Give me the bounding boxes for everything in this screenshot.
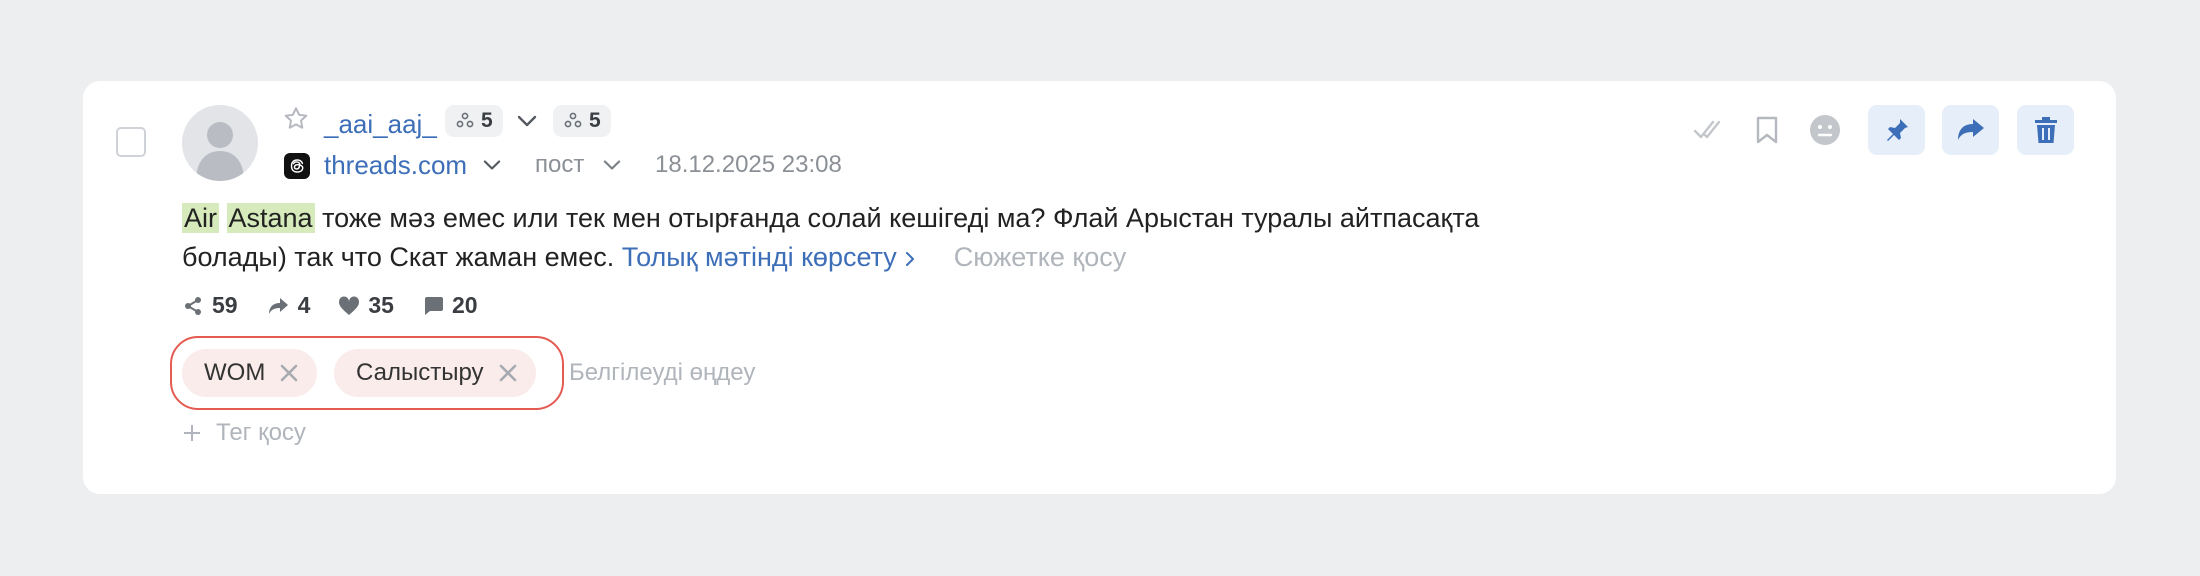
post-type[interactable]: пост (535, 149, 584, 181)
source-link[interactable]: threads.com (324, 149, 467, 181)
plus-icon (184, 425, 200, 441)
threads-logo-icon (284, 153, 310, 179)
sentiment-button[interactable] (1805, 105, 1845, 155)
check-icon (1693, 120, 1721, 139)
forward-icon (268, 297, 288, 314)
tag-chip[interactable]: Салыстыру (334, 349, 536, 397)
trash-icon (2034, 117, 2057, 143)
comments-stat: 20 (422, 292, 478, 319)
chevron-right-icon (906, 252, 915, 266)
reposts-stat: 4 (266, 292, 310, 319)
chevron-down-icon[interactable] (601, 157, 623, 178)
post-text: Air Astana тоже мәз емес или тек мен оты… (182, 199, 1712, 277)
add-to-story-link[interactable]: Сюжетке қосу (954, 242, 1126, 272)
delete-button[interactable] (2017, 105, 2074, 155)
heart-icon (339, 295, 360, 315)
likes-stat: 35 (338, 292, 394, 319)
keyword-highlight: Air (182, 203, 219, 233)
remove-tag-icon[interactable] (279, 363, 299, 383)
add-tag-button[interactable]: Тег қосу (182, 419, 306, 447)
neutral-face-icon (1810, 115, 1840, 145)
post-card: _aai_aaj_ 5 5 threads.com пост 18.12.202… (83, 81, 2116, 494)
audience-badge: 5 (445, 105, 503, 137)
audience-count: 5 (481, 109, 493, 132)
forward-button[interactable] (1942, 105, 1999, 155)
keyword-highlight: Astana (226, 203, 315, 233)
avatar[interactable] (182, 105, 258, 181)
select-checkbox[interactable] (116, 127, 146, 157)
chevron-down-icon[interactable] (481, 157, 503, 178)
forward-icon (1957, 119, 1984, 140)
post-text-line1: тоже мәз емес или тек мен отырғанда сола… (314, 203, 1480, 233)
author-name[interactable]: _aai_aaj_ (324, 108, 437, 140)
comment-icon (424, 296, 443, 315)
star-outline-icon[interactable] (282, 105, 310, 138)
shares-stat: 59 (182, 292, 238, 319)
mark-processed-button[interactable] (1688, 105, 1728, 155)
bookmark-button[interactable] (1747, 105, 1787, 155)
audience-icon (456, 112, 474, 128)
pin-button[interactable] (1868, 105, 1925, 155)
remove-tag-icon[interactable] (498, 363, 518, 383)
show-full-text-link[interactable]: Толық мәтінді көрсету (622, 242, 917, 272)
chevron-down-icon[interactable] (515, 112, 539, 135)
reach-count: 5 (589, 109, 601, 132)
pin-icon (1886, 119, 1908, 141)
tag-chip[interactable]: WOM (182, 349, 318, 397)
post-text-line2: болады) так что Скат жаман емес. (182, 242, 615, 272)
audience-icon (564, 112, 582, 128)
engagement-stats: 59 4 35 20 (182, 292, 506, 319)
avatar-placeholder-icon (196, 122, 244, 181)
edit-tags-link[interactable]: Белгілеуді өңдеу (569, 357, 755, 389)
share-icon (185, 296, 201, 315)
bookmark-icon (1756, 116, 1778, 144)
reach-badge: 5 (553, 105, 611, 137)
post-date: 18.12.2025 23:08 (655, 151, 842, 178)
